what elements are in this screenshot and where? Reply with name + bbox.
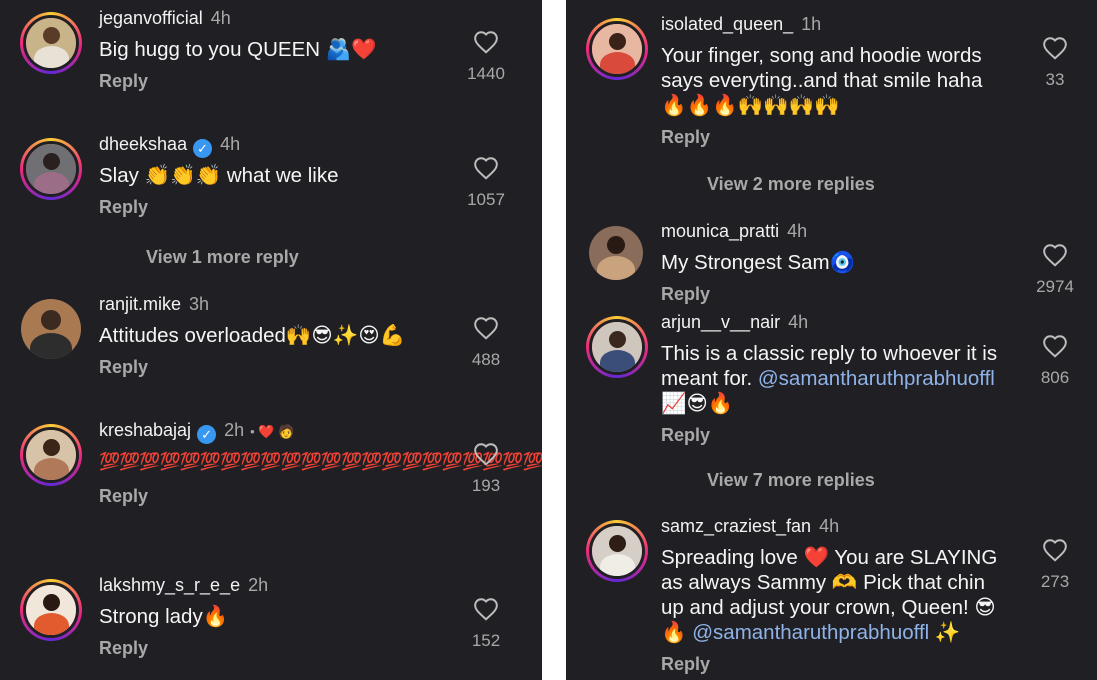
comment-text: Spreading love ❤️ You are SLAYING as alw… [661,545,1007,645]
like-count: 806 [1040,368,1070,387]
avatar[interactable] [586,18,648,80]
like-count: 2974 [1036,277,1074,296]
reply-button[interactable]: Reply [99,486,432,507]
username[interactable]: kreshabajaj [99,420,191,440]
comments-panel-right: isolated_queen_ 1h Your finger, song and … [566,0,1097,680]
comment-text: Big hugg to you QUEEN 🫂❤️ [99,38,377,61]
timestamp: 4h [210,8,231,28]
timestamp: 4h [819,516,840,536]
reply-button[interactable]: Reply [661,284,1007,305]
verified-badge-icon: ✓ [197,425,217,444]
username[interactable]: dheekshaa [99,134,187,154]
avatar[interactable] [586,520,648,582]
like-count: 152 [471,631,501,650]
view-more-replies-link[interactable]: View 7 more replies [707,470,875,491]
verified-badge-icon: ✓ [193,139,213,158]
avatar[interactable] [20,12,82,74]
avatar[interactable] [586,316,648,378]
comment-body-end: ✨ [929,621,961,644]
comment-text: Strong lady🔥 [99,605,229,628]
like-count: 33 [1045,70,1065,89]
comment-text: 💯💯💯💯💯💯💯💯💯💯💯💯💯💯💯💯💯💯💯💯💯💯 [99,452,542,471]
heart-outline-icon[interactable] [473,316,499,340]
username[interactable]: isolated_queen_ [661,14,793,34]
reply-button[interactable]: Reply [661,654,1007,675]
heart-outline-icon[interactable] [1042,36,1068,60]
avatar[interactable] [20,424,82,486]
username[interactable]: arjun__v__nair [661,312,780,332]
reply-button[interactable]: Reply [661,127,1007,148]
reply-button[interactable]: Reply [99,71,432,92]
like-count: 193 [471,476,501,495]
timestamp: 4h [220,134,241,154]
like-button[interactable]: 488 [458,316,514,370]
comment-text: Your finger, song and hoodie words says … [661,44,983,117]
username[interactable]: samz_craziest_fan [661,516,811,536]
heart-outline-icon[interactable] [1042,334,1068,358]
avatar[interactable] [588,225,644,281]
like-count: 1057 [467,190,505,209]
like-button[interactable]: 273 [1027,538,1083,592]
username[interactable]: mounica_pratti [661,221,779,241]
comment-text: This is a classic reply to whoever it is… [661,341,1007,416]
heart-outline-icon[interactable] [1042,243,1068,267]
like-button[interactable]: 806 [1027,334,1083,388]
heart-outline-icon[interactable] [473,597,499,621]
view-more-replies-link[interactable]: View 1 more reply [146,247,299,268]
like-button[interactable]: 193 [458,442,514,496]
comment-text: Attitudes overloaded🙌😎✨😍💪 [99,324,406,347]
mention-link[interactable]: @samantharuthprabhuoffl [758,367,995,390]
like-button[interactable]: 1440 [458,30,514,84]
avatar[interactable] [20,579,82,641]
view-more-replies-link[interactable]: View 2 more replies [707,174,875,195]
username[interactable]: lakshmy_s_r_e_e [99,575,240,595]
like-button[interactable]: 2974 [1027,243,1083,297]
timestamp: 4h [788,312,809,332]
comment-text: My Strongest Sam🧿 [661,251,856,274]
timestamp: 3h [189,294,210,314]
timestamp: 1h [801,14,822,34]
like-button[interactable]: 152 [458,597,514,651]
avatar[interactable] [20,138,82,200]
like-button[interactable]: 33 [1027,36,1083,90]
reply-button[interactable]: Reply [99,357,432,378]
heart-outline-icon[interactable] [473,30,499,54]
timestamp: 2h [224,420,245,440]
like-button[interactable]: 1057 [458,156,514,210]
comment-text: Slay 👏👏👏 what we like [99,164,339,187]
liked-by-author-indicator: • ❤️ 🧑 [250,424,295,439]
reply-button[interactable]: Reply [99,638,432,659]
like-count: 488 [471,350,501,369]
like-count: 1440 [467,64,505,83]
reply-button[interactable]: Reply [99,197,432,218]
heart-outline-icon[interactable] [473,156,499,180]
timestamp: 2h [248,575,269,595]
heart-outline-icon[interactable] [1042,538,1068,562]
mention-link[interactable]: @samantharuthprabhuoffl [692,621,929,644]
username[interactable]: ranjit.mike [99,294,181,314]
username[interactable]: jeganvofficial [99,8,203,28]
avatar[interactable] [20,298,82,360]
reply-button[interactable]: Reply [661,425,1007,446]
heart-outline-icon[interactable] [473,442,499,466]
comments-panel-left: jeganvofficial 4h Big hugg to you QUEEN 🫂… [0,0,542,680]
comment-body-end: 📈😎🔥 [661,392,734,415]
timestamp: 4h [787,221,808,241]
like-count: 273 [1040,572,1070,591]
